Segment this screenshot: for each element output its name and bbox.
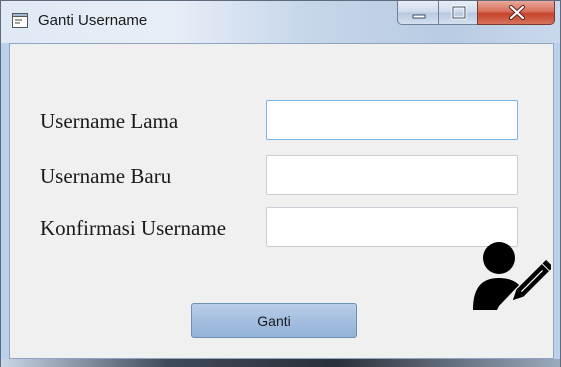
minimize-icon — [412, 14, 426, 19]
username-lama-input[interactable] — [266, 100, 518, 140]
maximize-button[interactable] — [438, 1, 478, 25]
app-window: Ganti Username Username Lama Username Ba… — [0, 0, 561, 367]
username-baru-input[interactable] — [266, 155, 518, 195]
maximize-icon — [451, 5, 467, 20]
close-button[interactable] — [477, 1, 555, 25]
form-icon[interactable] — [12, 13, 28, 28]
minimize-button[interactable] — [397, 1, 439, 25]
user-edit-icon — [473, 242, 551, 310]
window-bottom-edge — [1, 359, 560, 367]
ganti-button[interactable]: Ganti — [191, 303, 357, 338]
caption-buttons — [397, 1, 555, 25]
title-bar[interactable]: Ganti Username — [1, 1, 560, 43]
konfirmasi-username-label: Konfirmasi Username — [40, 216, 227, 240]
username-baru-label: Username Baru — [40, 164, 172, 188]
username-lama-label: Username Lama — [40, 109, 179, 133]
window-title: Ganti Username — [38, 12, 148, 29]
close-icon — [509, 5, 525, 20]
